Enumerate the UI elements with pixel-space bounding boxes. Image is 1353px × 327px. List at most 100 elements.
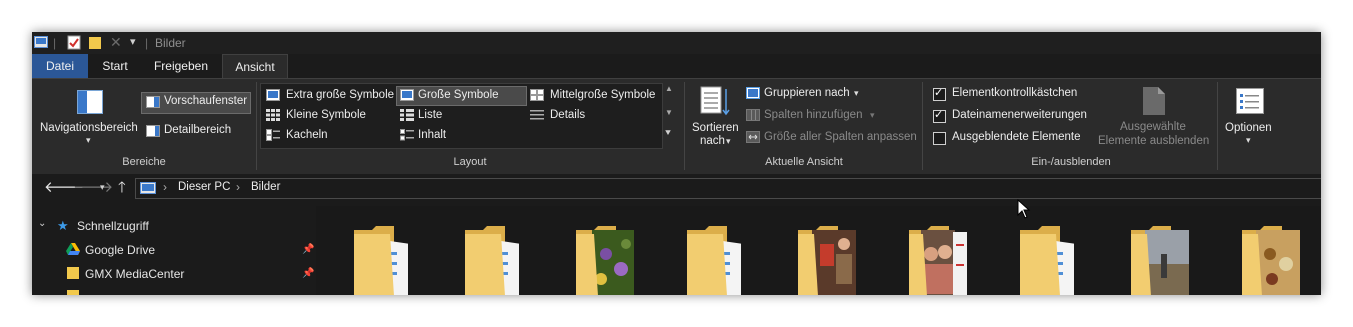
- sort-by-button[interactable]: Sortieren: [692, 122, 739, 134]
- title-separator-2: |: [145, 36, 149, 50]
- group-separator: [922, 82, 923, 170]
- add-columns-icon: [746, 109, 760, 121]
- layout-large-icons[interactable]: Große Symbole: [418, 89, 499, 101]
- fit-columns-icon: [746, 131, 760, 143]
- group-label-layout: Layout: [453, 156, 487, 168]
- new-folder-icon[interactable]: [88, 35, 102, 50]
- group-separator: [256, 82, 257, 170]
- customize-toolbar-dropdown-icon[interactable]: ▾: [130, 35, 136, 48]
- hide-selected-icon: [1143, 87, 1165, 115]
- group-label-current-view: Aktuelle Ansicht: [765, 156, 843, 168]
- window-title: Bilder: [155, 36, 186, 50]
- tab-ansicht[interactable]: Ansicht: [222, 54, 288, 78]
- folder-item[interactable]: [1131, 224, 1189, 295]
- options-dropdown-icon[interactable]: ▾: [1246, 135, 1251, 146]
- breadcrumb-bilder[interactable]: Bilder: [251, 181, 280, 193]
- window-picture-icon: [34, 36, 48, 48]
- preview-pane-icon: [146, 96, 160, 108]
- fit-columns-button[interactable]: Größe aller Spalten anpassen: [764, 131, 917, 143]
- pin-icon[interactable]: 📌: [302, 244, 314, 255]
- layout-medium-icons[interactable]: Mittelgroße Symbole: [550, 89, 655, 101]
- options-button[interactable]: Optionen: [1225, 122, 1272, 134]
- pictures-folder-icon: [140, 182, 156, 194]
- navigation-pane-dropdown-icon[interactable]: ▾: [86, 135, 91, 146]
- details-pane-button[interactable]: Detailbereich: [164, 124, 231, 136]
- forward-arrow-icon[interactable]: 🡒: [73, 177, 113, 196]
- nav-item-google-drive[interactable]: Google Drive: [85, 243, 155, 257]
- group-label-bereiche: Bereiche: [122, 156, 166, 168]
- folder-icon-partial: [67, 290, 79, 295]
- tiles-icon: [266, 129, 280, 141]
- layout-small-icons[interactable]: Kleine Symbole: [286, 109, 366, 121]
- folder-item[interactable]: [687, 224, 745, 295]
- address-bar[interactable]: [135, 178, 1321, 199]
- add-columns-dropdown-icon[interactable]: ▾: [870, 110, 875, 121]
- pin-icon[interactable]: 📌: [302, 268, 314, 279]
- address-separator: ›: [236, 180, 240, 194]
- gallery-scroll-up-icon[interactable]: ▲: [665, 84, 673, 93]
- sort-by-dropdown-icon[interactable]: ▾: [726, 136, 731, 147]
- navigation-pane-button[interactable]: Navigationsbereich: [40, 122, 138, 134]
- layout-list[interactable]: Liste: [418, 109, 442, 121]
- hide-selected-label-2: Elemente ausblenden: [1098, 135, 1210, 147]
- sort-by-label-2: nach: [700, 135, 725, 147]
- recent-locations-icon[interactable]: ▾: [100, 182, 105, 193]
- preview-pane-label: Vorschaufenster: [164, 95, 248, 107]
- file-extensions-checkbox[interactable]: [933, 108, 946, 123]
- properties-icon[interactable]: [67, 35, 81, 50]
- folder-item[interactable]: [1242, 224, 1300, 295]
- folder-item[interactable]: [909, 224, 967, 295]
- nav-item-schnellzugriff[interactable]: Schnellzugriff: [77, 219, 149, 233]
- medium-icons-icon: [530, 89, 544, 101]
- add-columns-button[interactable]: Spalten hinzufügen: [764, 109, 862, 121]
- group-separator: [684, 82, 685, 170]
- group-separator: [1217, 82, 1218, 170]
- up-arrow-icon[interactable]: 🡑: [118, 177, 126, 202]
- mouse-cursor-icon: [1017, 199, 1031, 219]
- item-checkboxes-checkbox[interactable]: [933, 86, 946, 101]
- content-icon: [400, 129, 414, 141]
- star-icon: ★: [57, 218, 69, 233]
- tab-freigeben[interactable]: Freigeben: [142, 54, 220, 78]
- layout-tiles[interactable]: Kacheln: [286, 129, 328, 141]
- group-label-show-hide: Ein-/ausblenden: [1031, 156, 1111, 168]
- address-separator: ›: [163, 180, 167, 194]
- folder-item[interactable]: [465, 224, 523, 295]
- large-icons-icon: [400, 89, 414, 101]
- small-icons-icon: [266, 109, 280, 121]
- list-icon: [400, 109, 414, 121]
- delete-icon[interactable]: ✕: [110, 34, 122, 51]
- group-by-dropdown-icon[interactable]: ▾: [854, 88, 859, 99]
- sort-by-icon: [700, 86, 730, 116]
- item-checkboxes-label: Elementkontrollkästchen: [952, 87, 1078, 99]
- file-explorer-window: | ✕ ▾ | Bilder Datei Start Freigeben Ans…: [32, 32, 1321, 295]
- expand-chevron-icon[interactable]: ⌄: [38, 218, 46, 229]
- layout-extra-large-icons[interactable]: Extra große Symbole: [286, 89, 394, 101]
- file-extensions-label: Dateinamenerweiterungen: [952, 109, 1087, 121]
- folder-icon: [67, 267, 79, 279]
- layout-details[interactable]: Details: [550, 109, 585, 121]
- details-view-icon: [530, 110, 544, 120]
- hidden-items-label: Ausgeblendete Elemente: [952, 131, 1081, 143]
- folder-item[interactable]: [798, 224, 856, 295]
- folder-item[interactable]: [576, 224, 634, 295]
- title-separator: |: [53, 36, 57, 50]
- breadcrumb-dieser-pc[interactable]: Dieser PC: [178, 181, 230, 193]
- nav-item-gmx-mediacenter[interactable]: GMX MediaCenter: [85, 267, 184, 281]
- tab-start[interactable]: Start: [90, 54, 140, 78]
- google-drive-icon: [66, 243, 80, 255]
- extra-large-icons-icon: [266, 89, 280, 101]
- layout-content[interactable]: Inhalt: [418, 129, 446, 141]
- tab-datei[interactable]: Datei: [32, 54, 88, 78]
- folder-item[interactable]: [1020, 224, 1078, 295]
- gallery-expand-icon[interactable]: ⯆: [664, 128, 672, 139]
- hide-selected-button[interactable]: Ausgewählte: [1120, 121, 1186, 133]
- folder-item[interactable]: [354, 224, 412, 295]
- details-pane-icon: [146, 125, 160, 137]
- group-by-button[interactable]: Gruppieren nach: [764, 87, 850, 99]
- options-icon: [1236, 88, 1264, 114]
- hidden-items-checkbox[interactable]: [933, 132, 946, 145]
- gallery-scroll-down-icon[interactable]: ▼: [665, 108, 673, 117]
- navigation-pane-icon: [77, 90, 103, 114]
- group-by-icon: [746, 87, 760, 99]
